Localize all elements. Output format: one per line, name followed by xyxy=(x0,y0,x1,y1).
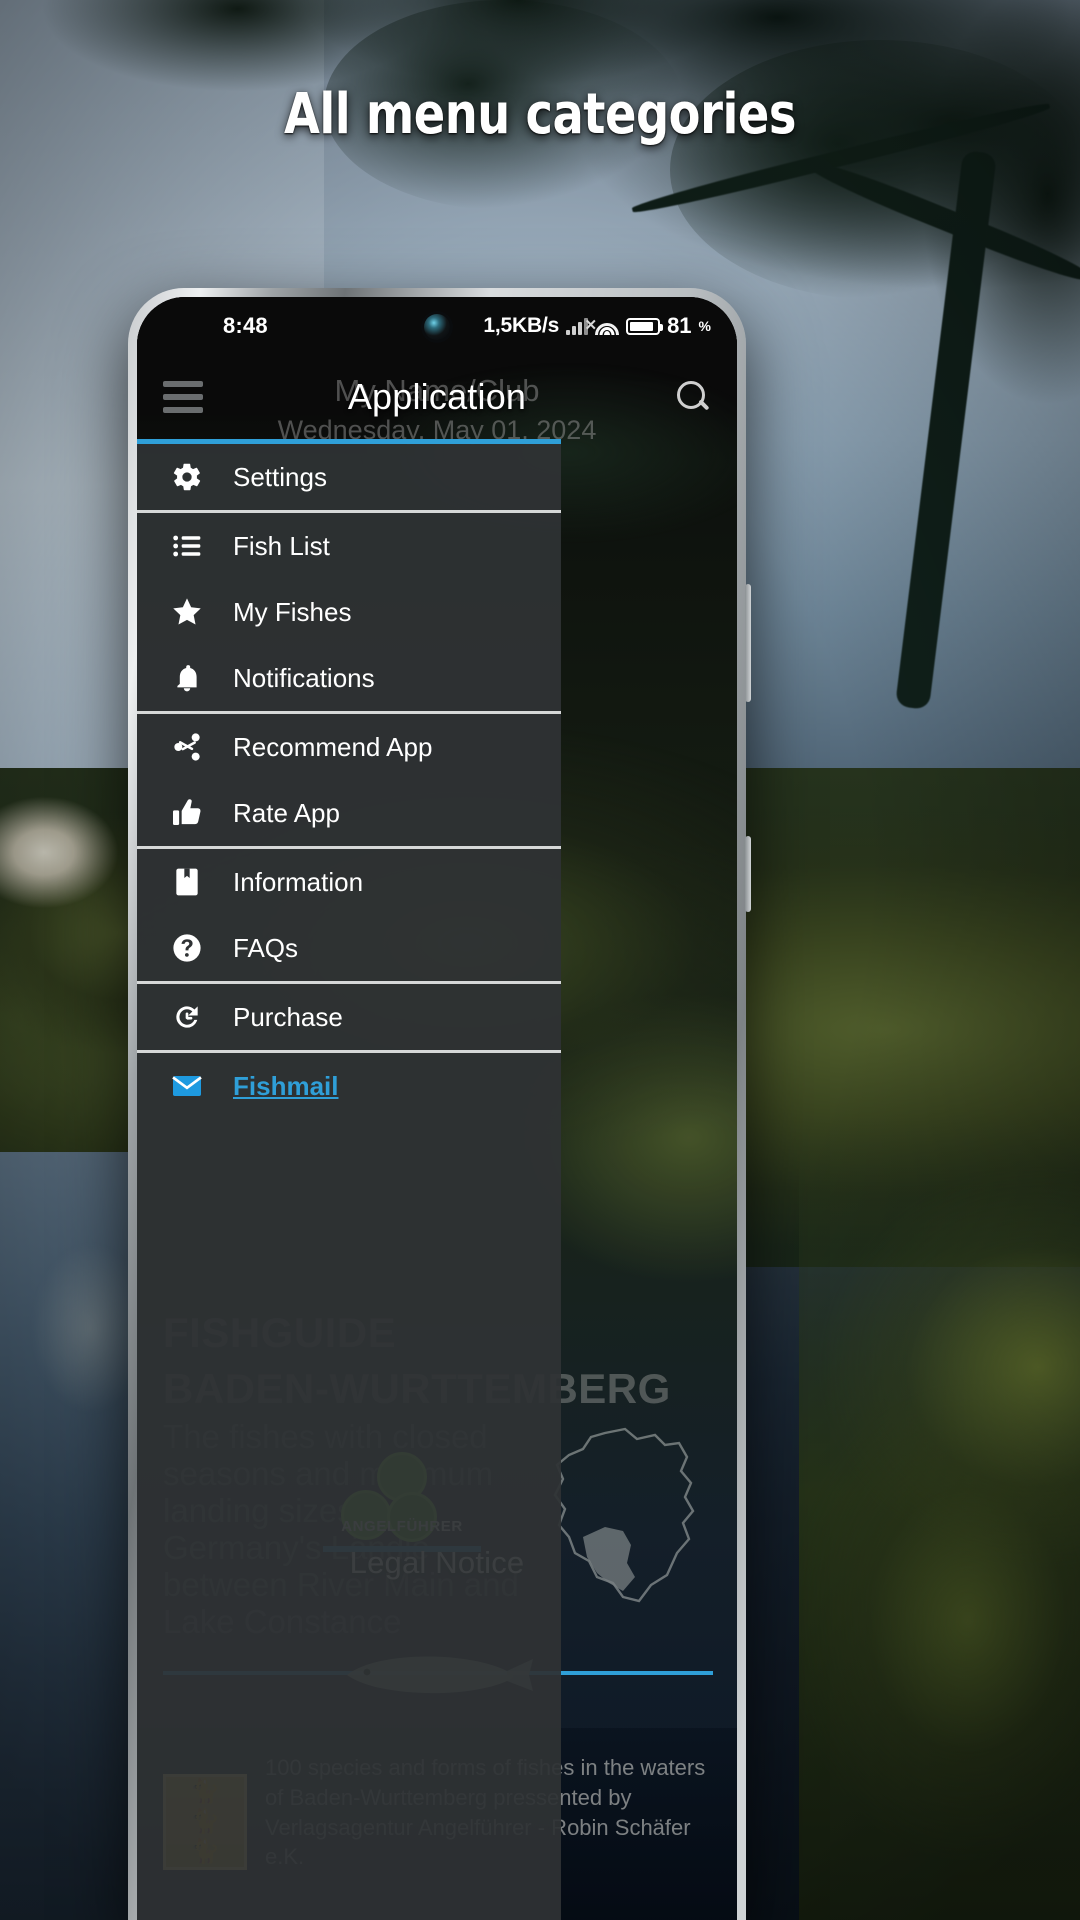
navigation-drawer: Settings Fish List My Fishes Notificatio… xyxy=(137,439,561,1920)
drawer-group: Information FAQs xyxy=(137,849,561,984)
menu-item-rate-app[interactable]: Rate App xyxy=(137,780,561,846)
gear-icon xyxy=(171,461,217,493)
menu-item-fishmail[interactable]: Fishmail xyxy=(137,1053,561,1119)
menu-item-notifications[interactable]: Notifications xyxy=(137,645,561,711)
bell-icon xyxy=(171,662,217,694)
menu-item-label: Notifications xyxy=(233,662,375,693)
menu-item-fish-list[interactable]: Fish List xyxy=(137,513,561,579)
drawer-group: Recommend App Rate App xyxy=(137,714,561,849)
question-circle-icon xyxy=(171,932,217,964)
mail-icon xyxy=(171,1070,217,1102)
page-title: All menu categories xyxy=(283,82,797,147)
menu-item-label: Fish List xyxy=(233,530,330,561)
search-icon[interactable] xyxy=(675,379,711,415)
menu-item-label: Purchase xyxy=(233,1001,343,1032)
phone-screen-frame: FISHGUIDE BADEN-WURTTEMBERG The fishes w… xyxy=(137,297,737,1920)
drawer-group: Fishmail xyxy=(137,1053,561,1119)
drawer-group: Purchase xyxy=(137,984,561,1053)
menu-item-label: Recommend App xyxy=(233,731,433,762)
app-screen: FISHGUIDE BADEN-WURTTEMBERG The fishes w… xyxy=(137,297,737,1920)
battery-icon xyxy=(626,317,664,335)
share-icon xyxy=(171,731,217,763)
menu-item-label: Information xyxy=(233,866,364,897)
thumb-up-icon xyxy=(171,797,217,829)
hamburger-menu-icon[interactable] xyxy=(163,381,203,413)
history-restore-icon xyxy=(171,1001,217,1033)
drawer-group: Settings xyxy=(137,444,561,513)
menu-item-label: Rate App xyxy=(233,797,340,828)
menu-item-label: Fishmail xyxy=(233,1070,339,1101)
menu-item-information[interactable]: Information xyxy=(137,849,561,915)
wifi-icon xyxy=(595,317,620,335)
network-speed-label: 1,5KB/s xyxy=(483,314,560,337)
drawer-group: Fish List My Fishes Notifications xyxy=(137,513,561,714)
menu-item-label: FAQs xyxy=(233,932,299,963)
menu-item-label: My Fishes xyxy=(233,596,352,627)
app-bar: Application xyxy=(137,355,737,439)
volume-button[interactable] xyxy=(745,584,751,702)
front-camera-punch-hole xyxy=(424,314,450,340)
status-indicators: 1,5KB/s ✕ 81 % xyxy=(483,313,711,339)
menu-item-label: Settings xyxy=(233,461,327,492)
menu-item-settings[interactable]: Settings xyxy=(137,444,561,510)
bookmark-book-icon xyxy=(171,866,217,898)
star-icon xyxy=(171,596,217,628)
menu-item-recommend-app[interactable]: Recommend App xyxy=(137,714,561,780)
menu-item-purchase[interactable]: Purchase xyxy=(137,984,561,1050)
battery-percent: 81 xyxy=(667,313,692,338)
app-bar-title: Application xyxy=(347,376,527,417)
list-icon xyxy=(171,530,217,562)
status-time: 8:48 xyxy=(223,313,268,338)
phone-mockup: FISHGUIDE BADEN-WURTTEMBERG The fishes w… xyxy=(128,288,751,1920)
menu-item-faqs[interactable]: FAQs xyxy=(137,915,561,981)
battery-percent-unit: % xyxy=(698,318,711,334)
signal-bars-no-sim-icon: ✕ xyxy=(566,317,597,335)
power-button[interactable] xyxy=(745,836,751,912)
menu-item-my-fishes[interactable]: My Fishes xyxy=(137,579,561,645)
